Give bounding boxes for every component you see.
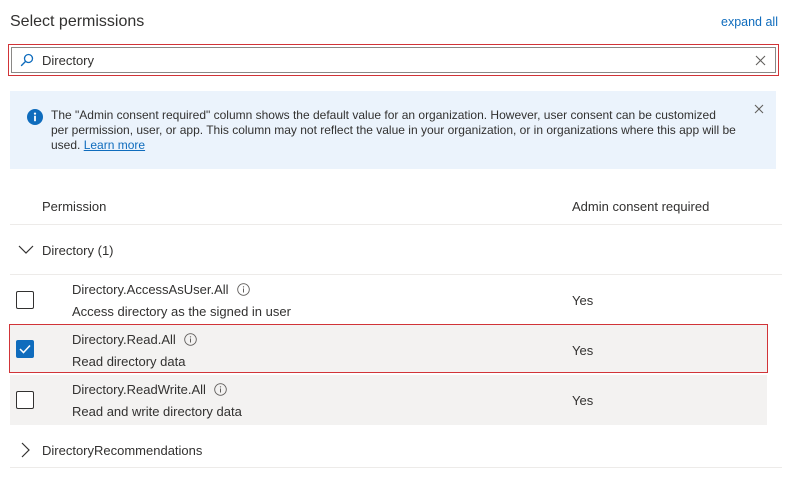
info-banner-text: The "Admin consent required" column show… [51, 108, 736, 152]
table-row-selected: Directory.Read.All Read directory data Y… [9, 324, 768, 373]
expand-all-link[interactable]: expand all [721, 15, 778, 29]
table-row: Directory.ReadWrite.All Read and write d… [10, 375, 767, 425]
permission-description: Read and write directory data [72, 404, 242, 419]
column-header-permission: Permission [42, 199, 107, 214]
search-highlight [8, 44, 779, 76]
admin-consent-value: Yes [572, 293, 594, 308]
chevron-down-icon [18, 242, 34, 258]
search-input[interactable] [42, 50, 753, 70]
info-circle-icon[interactable] [184, 333, 197, 346]
permission-checkbox[interactable] [16, 291, 34, 309]
info-banner: The "Admin consent required" column show… [10, 91, 776, 169]
learn-more-link[interactable]: Learn more [84, 138, 145, 152]
group-label: DirectoryRecommendations [42, 442, 203, 458]
admin-consent-value: Yes [572, 393, 594, 408]
group-label: Directory (1) [42, 242, 114, 258]
info-icon [27, 109, 43, 125]
permission-description: Read directory data [72, 354, 186, 369]
close-banner-icon[interactable] [754, 103, 764, 114]
info-circle-icon[interactable] [214, 383, 227, 396]
search-box[interactable] [11, 47, 776, 73]
search-icon [20, 53, 34, 67]
group-directory[interactable]: Directory (1) [10, 230, 782, 270]
permission-name: Directory.ReadWrite.All [72, 382, 206, 397]
permission-checkbox[interactable] [16, 340, 34, 358]
header-title: Select permissions [10, 13, 145, 30]
checkmark-icon [19, 344, 31, 354]
info-circle-icon[interactable] [236, 283, 250, 296]
permission-description: Access directory as the signed in user [72, 304, 291, 319]
permission-name: Directory.AccessAsUser.All [72, 282, 229, 297]
header-divider [10, 224, 782, 225]
admin-consent-value: Yes [572, 343, 594, 358]
chevron-right-icon [18, 442, 34, 458]
table-row: Directory.AccessAsUser.All Access direct… [10, 275, 767, 325]
permission-checkbox[interactable] [16, 391, 34, 409]
column-header-admin-consent: Admin consent required [572, 199, 710, 214]
group-directory-recommendations[interactable]: DirectoryRecommendations [10, 430, 782, 470]
permission-name: Directory.Read.All [72, 332, 176, 347]
bottom-divider [10, 467, 782, 468]
clear-search-icon[interactable] [753, 53, 767, 67]
